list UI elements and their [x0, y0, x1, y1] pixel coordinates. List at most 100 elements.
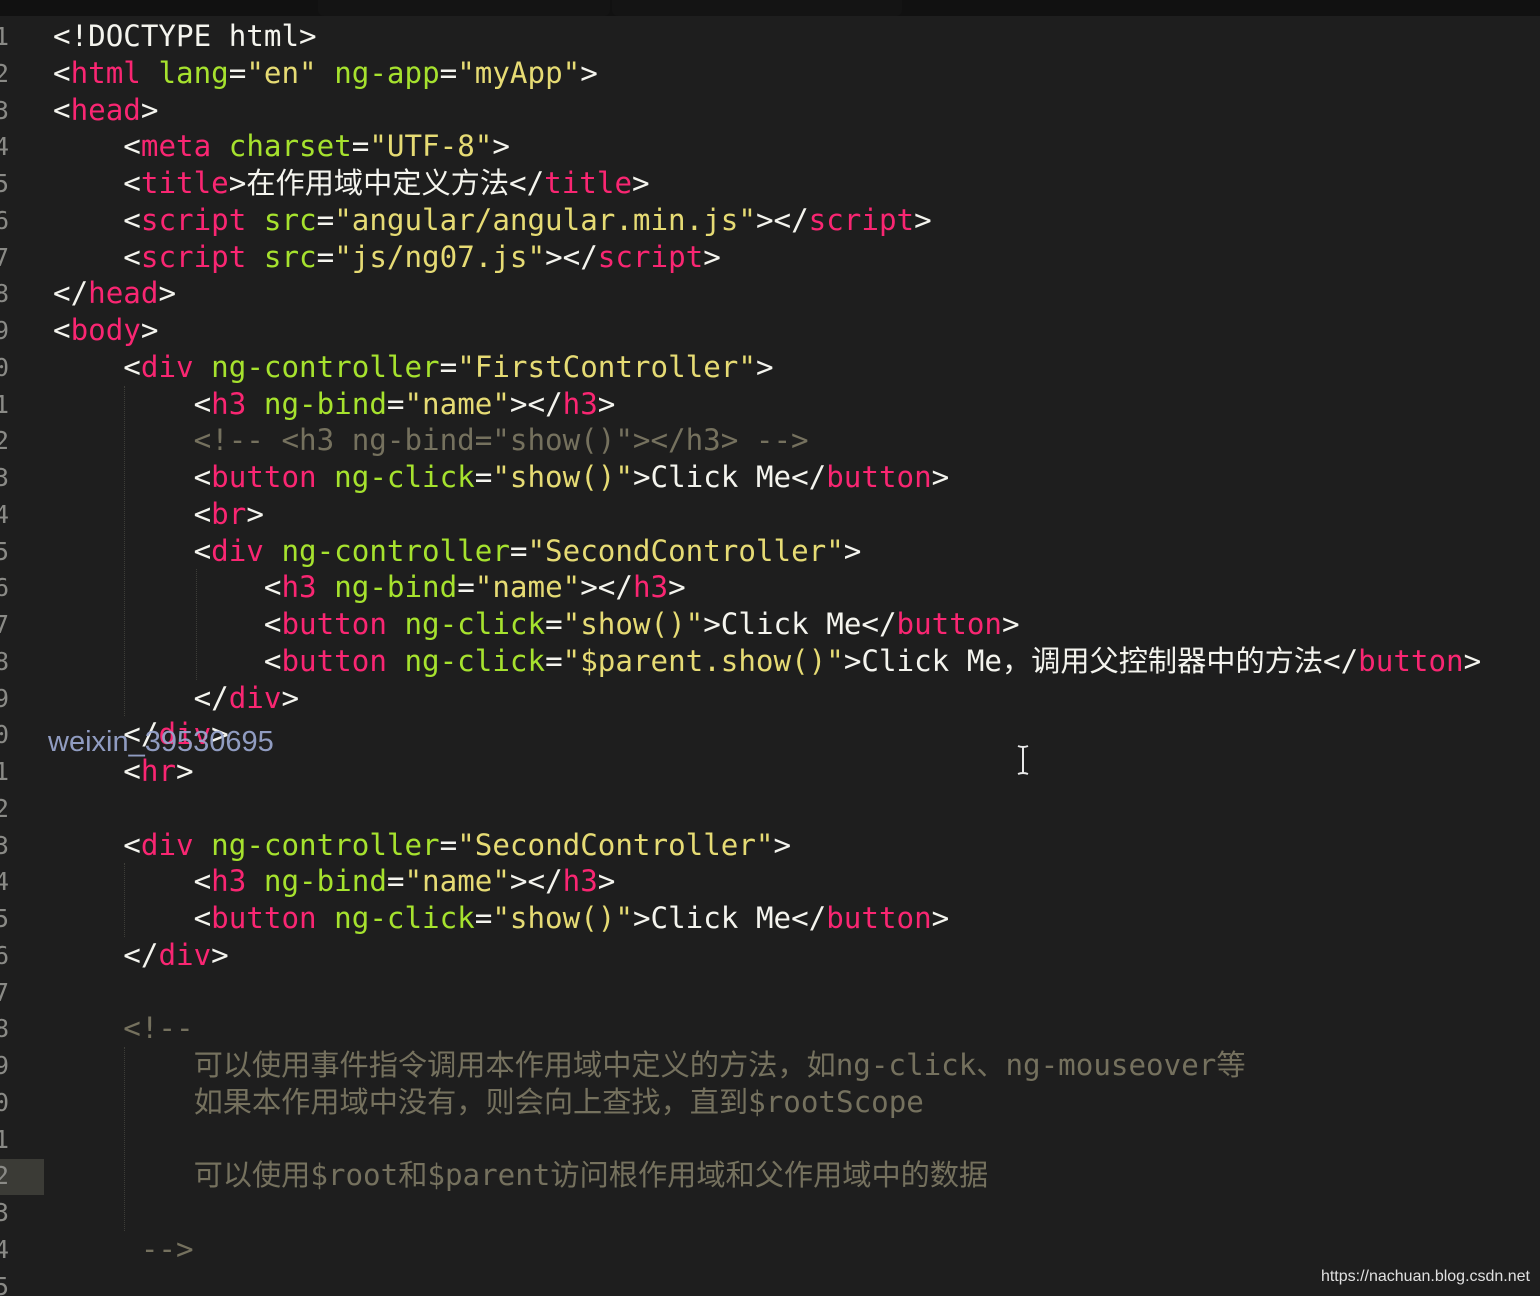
code-text: <: [53, 202, 141, 237]
comment-text: 可以使用$root和$parent访问根作用域和父作用域中的数据: [53, 1158, 989, 1193]
tag-name: button: [281, 643, 387, 678]
code-editor[interactable]: 1 2 3 4 5 6 7 8 9 0 1 2 3 4 5 6 7 8 9 0 1 2 3 4 5 6 7 8 9 0 1 2 3 4 5 <!DO…: [0, 0, 1540, 1296]
code-line[interactable]: 可以使用事件指令调用本作用域中定义的方法，如ng-click、ng-mouseo…: [53, 1047, 1246, 1084]
code-text: =: [545, 643, 563, 678]
line-number: 9: [0, 683, 10, 713]
line-number: 0: [0, 1087, 10, 1117]
code-text: <: [53, 643, 282, 678]
attribute-name: ng-click: [404, 607, 546, 641]
code-text: =: [228, 55, 247, 90]
code-line[interactable]: <!DOCTYPE html>: [53, 18, 317, 55]
attribute-value: "show()": [492, 901, 633, 935]
indent-guide: [124, 1047, 125, 1231]
code-line[interactable]: <div ng-controller="SecondController">: [53, 533, 862, 570]
code-line[interactable]: <script src="js/ng07.js"></script>: [53, 239, 721, 276]
code-line[interactable]: <button ng-click="$parent.show()">Click …: [53, 643, 1481, 680]
code-line[interactable]: -->: [53, 1231, 194, 1268]
code-line[interactable]: </div>: [53, 937, 228, 974]
code-line[interactable]: <button ng-click="show()">Click Me</butt…: [53, 459, 950, 496]
code-text: <: [53, 533, 212, 568]
code-line[interactable]: <script src="angular/angular.min.js"></s…: [53, 202, 931, 239]
indent-guide: [196, 569, 197, 680]
code-line[interactable]: <h3 ng-bind="name"></h3>: [53, 386, 616, 423]
attribute-value: "myApp": [457, 55, 581, 90]
code-line[interactable]: <button ng-click="show()">Click Me</butt…: [53, 606, 1020, 643]
code-text: =: [509, 533, 528, 568]
code-line[interactable]: <div ng-controller="SecondController">: [53, 827, 791, 864]
code-text: >: [668, 570, 686, 605]
attribute-value: "name": [474, 570, 581, 605]
code-line[interactable]: <meta charset="UTF-8">: [53, 128, 510, 165]
code-text: <: [53, 901, 212, 935]
line-number: 7: [0, 610, 10, 639]
code-text: >: [580, 55, 598, 90]
code-text: =: [545, 607, 563, 641]
editor-tab[interactable]: [612, 0, 902, 16]
code-line[interactable]: 如果本作用域中没有，则会向上查找，直到$rootScope: [53, 1084, 924, 1121]
attribute-value: "UTF-8": [369, 129, 493, 164]
line-number: 2: [0, 1161, 10, 1191]
code-line[interactable]: <head>: [53, 92, 158, 129]
code-line[interactable]: </div>: [53, 680, 299, 717]
code-line[interactable]: <h3 ng-bind="name"></h3>: [53, 863, 616, 900]
code-text: >Click Me</: [632, 901, 827, 935]
line-number: 5: [0, 169, 10, 198]
code-text: <: [53, 754, 141, 788]
code-text: ></: [545, 239, 598, 274]
code-line[interactable]: <!-- <h3 ng-bind="show()"></h3> -->: [53, 422, 809, 459]
text-cursor-icon: [1017, 745, 1029, 775]
editor-tab[interactable]: [318, 0, 610, 16]
line-number: 0: [0, 352, 10, 382]
attribute-name: ng-controller: [281, 533, 510, 568]
attribute-value: "$parent.show()": [562, 643, 844, 678]
line-number: 8: [0, 646, 10, 676]
code-line[interactable]: <button ng-click="show()">Click Me</butt…: [53, 900, 950, 937]
tag-name: script: [808, 202, 915, 237]
tag-name: title: [140, 166, 229, 200]
line-number: 3: [0, 95, 10, 125]
code-text: >: [158, 276, 177, 311]
code-text: >: [176, 754, 194, 788]
attribute-name: ng-controller: [211, 827, 440, 862]
line-number: 9: [0, 1051, 10, 1080]
watermark-username: weixin_39530695: [48, 726, 274, 758]
code-line[interactable]: <title>在作用域中定义方法</title>: [53, 165, 649, 202]
line-number: 4: [0, 132, 10, 162]
watermark-url: https://nachuan.blog.csdn.net: [1320, 1268, 1530, 1285]
code-text: =: [316, 239, 335, 274]
tag-name: h3: [211, 386, 247, 421]
code-line[interactable]: <!--: [53, 1010, 194, 1047]
indent-guide: [124, 863, 125, 937]
code-text: <: [53, 460, 212, 494]
line-number: 3: [0, 830, 10, 860]
code-text: >: [1463, 643, 1482, 678]
code-text: ></: [580, 570, 633, 605]
code-line[interactable]: 可以使用$root和$parent访问根作用域和父作用域中的数据: [53, 1157, 989, 1194]
code-line[interactable]: <div ng-controller="FirstController">: [53, 349, 773, 386]
code-text: =: [386, 864, 405, 899]
comment-text: <!-- <h3 ng-bind="show()"></h3> -->: [53, 423, 809, 458]
tag-name: script: [597, 239, 704, 274]
code-line[interactable]: <body>: [53, 312, 158, 349]
line-number: 3: [0, 463, 10, 492]
code-line[interactable]: <br>: [53, 496, 264, 533]
comment-text: 可以使用事件指令调用本作用域中定义的方法，如ng-click、ng-mouseo…: [53, 1048, 1246, 1082]
code-line[interactable]: </head>: [53, 275, 176, 312]
indent-guide: [124, 385, 125, 717]
attribute-value: "name": [404, 386, 510, 421]
tag-name: h3: [562, 864, 598, 899]
code-text: =: [439, 827, 458, 862]
line-number-gutter: 1 2 3 4 5 6 7 8 9 0 1 2 3 4 5 6 7 8 9 0 1 2 3 4 5 6 7 8 9 0 1 2 3 4 5: [0, 18, 40, 1296]
code-line[interactable]: <h3 ng-bind="name"></h3>: [53, 569, 686, 606]
comment-text: <!--: [53, 1011, 194, 1046]
line-number: 2: [0, 426, 10, 456]
code-text: =: [316, 202, 335, 237]
attribute-name: ng-app: [334, 55, 440, 90]
attribute-name: ng-bind: [263, 864, 387, 899]
code-line[interactable]: <html lang="en" ng-app="myApp">: [53, 55, 598, 92]
